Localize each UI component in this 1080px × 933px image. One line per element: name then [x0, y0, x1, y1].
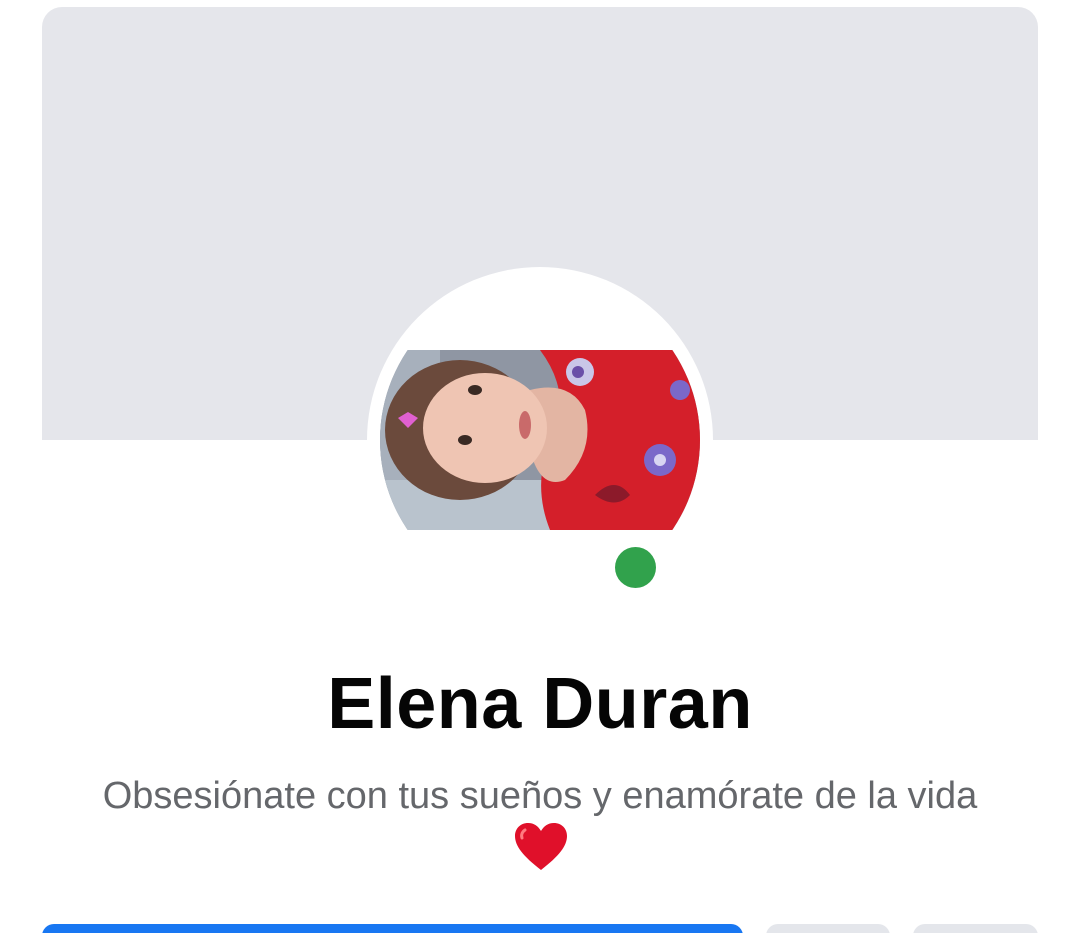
- secondary-action-button[interactable]: [766, 924, 890, 933]
- more-options-button[interactable]: [913, 924, 1038, 933]
- profile-bio: Obsesiónate con tus sueños y enamórate d…: [90, 770, 990, 886]
- profile-avatar[interactable]: [380, 280, 700, 600]
- online-status-indicator: [615, 547, 656, 588]
- red-heart-icon: [513, 822, 569, 886]
- profile-page: Elena Duran Obsesiónate con tus sueños y…: [0, 0, 1080, 933]
- bio-text: Obsesiónate con tus sueños y enamórate d…: [102, 775, 978, 817]
- primary-action-button[interactable]: [42, 924, 743, 933]
- profile-photo-image: [380, 280, 700, 600]
- profile-name: Elena Duran: [327, 664, 753, 744]
